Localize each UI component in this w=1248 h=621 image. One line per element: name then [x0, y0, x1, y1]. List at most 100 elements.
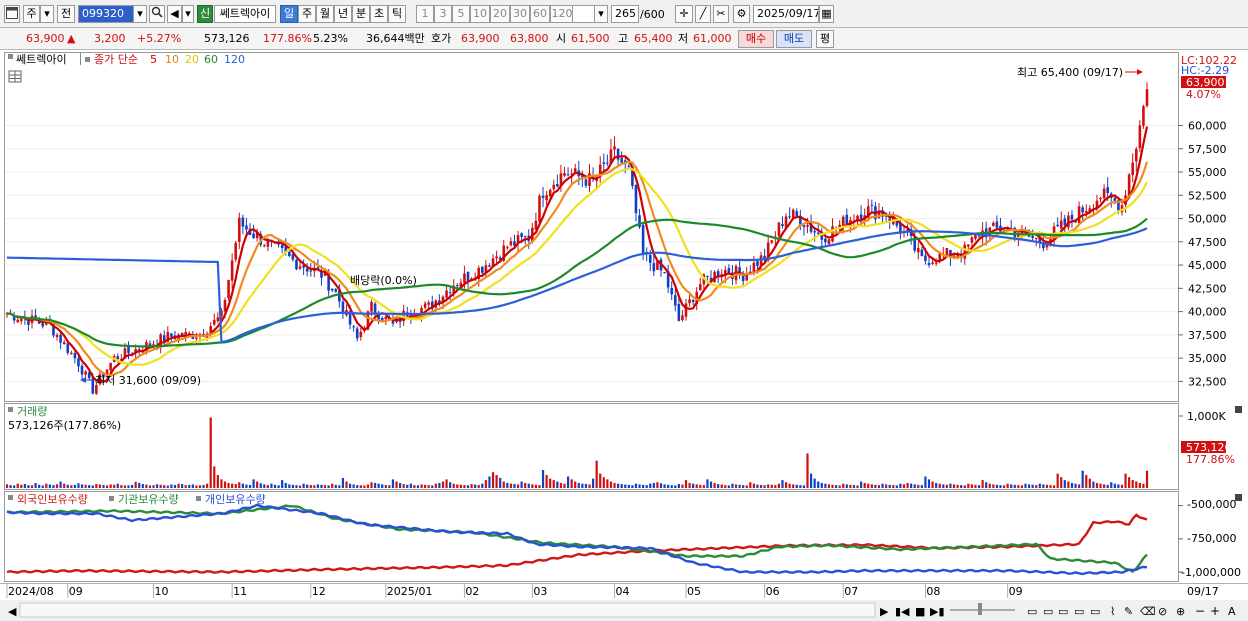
candle-body [802, 225, 806, 228]
draw-line-icon[interactable]: ╱ [695, 5, 711, 23]
tab-period-3[interactable]: 년 [334, 5, 352, 23]
stock-chart[interactable]: 32,500 35,000 37,500 40,000 42,500 45,000 47,5… [0, 50, 1248, 621]
volume-bar [109, 484, 112, 488]
pencil-icon[interactable]: ✎ [1124, 605, 1133, 618]
scroll-left-icon[interactable]: ◀ [8, 605, 17, 618]
volume-close-icon[interactable] [1235, 406, 1242, 413]
calendar-icon[interactable]: ▦ [819, 5, 834, 23]
panel-handle-icon[interactable] [8, 54, 13, 59]
zoom-slider-handle[interactable] [978, 603, 982, 615]
chart-toolbar: 주 ▾ 전 099320 ▾ ◀ ▾ 신 쎄트렉아이 일주월년분초틱 1 3 5 10… [0, 0, 1248, 28]
candle-body [538, 195, 541, 222]
interval-button-1[interactable]: 3 [434, 5, 452, 23]
holdings-handle-icon[interactable] [8, 495, 13, 500]
date-input[interactable]: 2025/09/17 [753, 5, 819, 23]
volume-bar [742, 485, 745, 488]
interval-button-2[interactable]: 5 [452, 5, 470, 23]
zoom-in-search-icon[interactable]: ⊕ [1176, 605, 1185, 618]
volume-bar [1017, 485, 1020, 488]
volume-bar [1110, 482, 1113, 488]
candle-body [548, 189, 552, 197]
tab-period-6[interactable]: 틱 [388, 5, 406, 23]
volume-bar [752, 483, 755, 488]
volume-bar [870, 484, 873, 488]
volume-bar [756, 484, 759, 488]
volume-bar [256, 481, 259, 488]
search-icon[interactable] [149, 5, 165, 23]
candle-body [109, 362, 112, 371]
eraser-icon[interactable]: ⌫ [1140, 605, 1156, 618]
crosshair-icon[interactable]: ✛ [675, 5, 693, 23]
interval-button-6[interactable]: 60 [530, 5, 550, 23]
legend-handle-icon[interactable] [196, 496, 201, 501]
ma-legend-label: 종가 단순 [94, 53, 138, 66]
candle-body [295, 259, 298, 270]
speaker-dropdown-icon[interactable]: ▾ [182, 5, 194, 23]
volume-bar [552, 480, 555, 488]
candle-body [73, 353, 77, 359]
settings-gear-icon[interactable]: ⚙ [733, 5, 750, 23]
speaker-icon[interactable]: ◀ [167, 5, 182, 23]
scroll-right-icon[interactable]: ▶ [880, 605, 889, 618]
holdings-close-icon[interactable] [1235, 494, 1242, 501]
interval-dropdown-icon[interactable]: ▾ [594, 5, 608, 23]
sell-button[interactable]: 매도 [776, 30, 812, 48]
font-size-icon[interactable]: A [1228, 605, 1236, 618]
layout-icon-5[interactable]: ▭ [1090, 605, 1100, 618]
volume-bar [127, 485, 130, 488]
layout-icon-3[interactable]: ▭ [1058, 605, 1068, 618]
buy-button[interactable]: 매수 [738, 30, 774, 48]
volume-bar [606, 479, 609, 488]
volume-handle-icon[interactable] [8, 407, 13, 412]
draw-tool-icon[interactable]: ⌇ [1110, 605, 1115, 618]
volume-bar [331, 483, 334, 488]
tab-period-1[interactable]: 주 [298, 5, 316, 23]
candle-body [241, 217, 245, 227]
volume-bar [502, 481, 505, 488]
interval-button-4[interactable]: 20 [490, 5, 510, 23]
count-input[interactable]: 265 [611, 5, 639, 23]
shape-icon[interactable]: ⊘ [1158, 605, 1167, 618]
zoom-in-icon[interactable]: + [1210, 604, 1220, 618]
scroll-track[interactable] [19, 602, 876, 618]
volume-bar [1095, 482, 1099, 488]
market-dropdown-icon[interactable]: ▾ [40, 5, 54, 23]
code-dropdown-icon[interactable]: ▾ [133, 5, 147, 23]
tab-period-0[interactable]: 일 [280, 5, 298, 23]
layout-icon-1[interactable]: ▭ [1027, 605, 1037, 618]
window-icon[interactable] [4, 5, 20, 23]
stop-icon[interactable]: ■ [915, 605, 925, 618]
tab-period-5[interactable]: 초 [370, 5, 388, 23]
step-back-icon[interactable]: ▮◀ [895, 605, 910, 618]
interval-button-3[interactable]: 10 [470, 5, 490, 23]
candle-body [584, 179, 588, 186]
volume-bar [302, 483, 305, 488]
interval-button-0[interactable]: 1 [416, 5, 434, 23]
layout-icon-4[interactable]: ▭ [1074, 605, 1084, 618]
volume-bar [695, 484, 698, 488]
volume-bar [406, 484, 409, 488]
legend-handle-icon[interactable] [109, 496, 114, 501]
candle-body [359, 331, 363, 338]
market-select[interactable]: 주 [23, 5, 40, 23]
zoom-out-icon[interactable]: − [1195, 604, 1205, 618]
volume-bar [910, 483, 913, 488]
step-forward-icon[interactable]: ▶▮ [930, 605, 945, 618]
interval-button-7[interactable]: 120 [550, 5, 574, 23]
volume-bar [116, 483, 119, 488]
layout-icon-2[interactable]: ▭ [1043, 605, 1053, 618]
stock-code-input[interactable]: 099320 [78, 5, 134, 23]
candle-body [706, 276, 709, 278]
tab-period-2[interactable]: 월 [316, 5, 334, 23]
volume-bar [563, 483, 566, 488]
y-tick-label: 32,500 [1188, 375, 1227, 388]
tools-icon[interactable]: ✂ [713, 5, 729, 23]
candle-body [945, 248, 949, 255]
tab-period-4[interactable]: 분 [352, 5, 370, 23]
interval-button-5[interactable]: 30 [510, 5, 530, 23]
eval-button[interactable]: 평 [816, 30, 834, 48]
candle-body [116, 356, 120, 360]
legend-handle-icon[interactable] [85, 57, 90, 62]
prev-button[interactable]: 전 [57, 5, 75, 23]
volume-bar [1085, 475, 1088, 488]
